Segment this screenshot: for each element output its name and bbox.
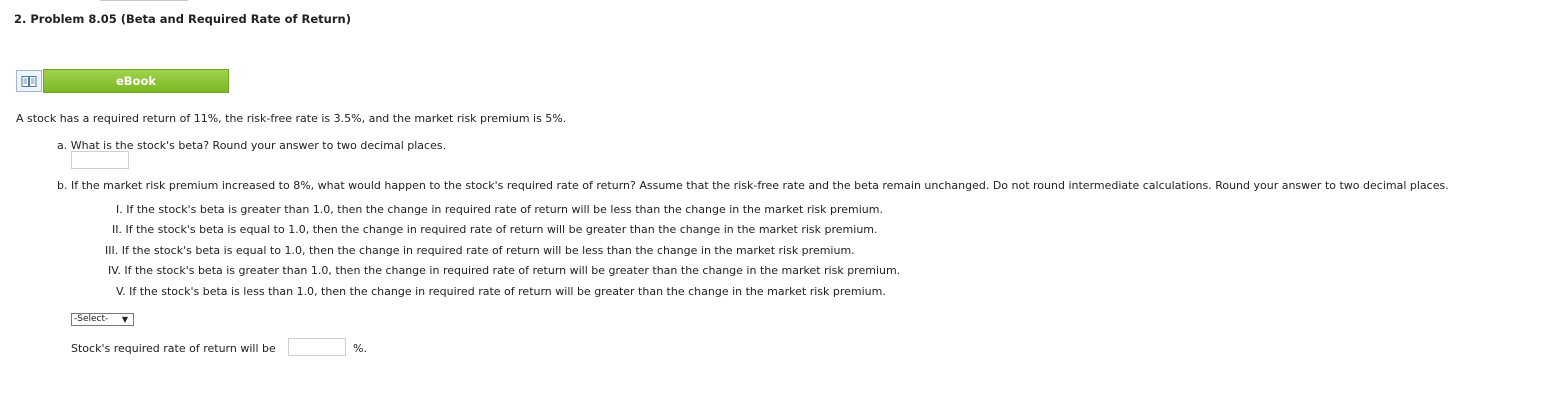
book-icon[interactable] bbox=[16, 70, 42, 92]
percent-unit: %. bbox=[353, 342, 367, 355]
option-iv: IV. If the stock's beta is greater than … bbox=[108, 264, 901, 277]
part-b-question: b. If the market risk premium increased … bbox=[57, 179, 1449, 192]
dropdown-arrow-icon: ▼ bbox=[121, 315, 128, 324]
select-value: -Select- bbox=[74, 314, 109, 324]
option-select-dropdown[interactable]: -Select- ▼ bbox=[71, 313, 134, 326]
option-v: V. If the stock's beta is less than 1.0,… bbox=[116, 285, 886, 298]
ebook-bar[interactable]: eBook bbox=[16, 69, 229, 93]
option-ii: II. If the stock's beta is equal to 1.0,… bbox=[112, 223, 878, 236]
option-i: I. If the stock's beta is greater than 1… bbox=[116, 203, 883, 216]
top-divider bbox=[100, 0, 188, 1]
beta-answer-input[interactable] bbox=[71, 151, 129, 169]
ebook-button[interactable]: eBook bbox=[43, 69, 229, 93]
problem-statement: A stock has a required return of 11%, th… bbox=[16, 112, 567, 125]
problem-title: 2. Problem 8.05 (Beta and Required Rate … bbox=[14, 12, 351, 26]
required-rate-label: Stock's required rate of return will be bbox=[71, 342, 276, 355]
required-rate-input[interactable] bbox=[288, 338, 346, 356]
option-iii: III. If the stock's beta is equal to 1.0… bbox=[105, 244, 855, 257]
